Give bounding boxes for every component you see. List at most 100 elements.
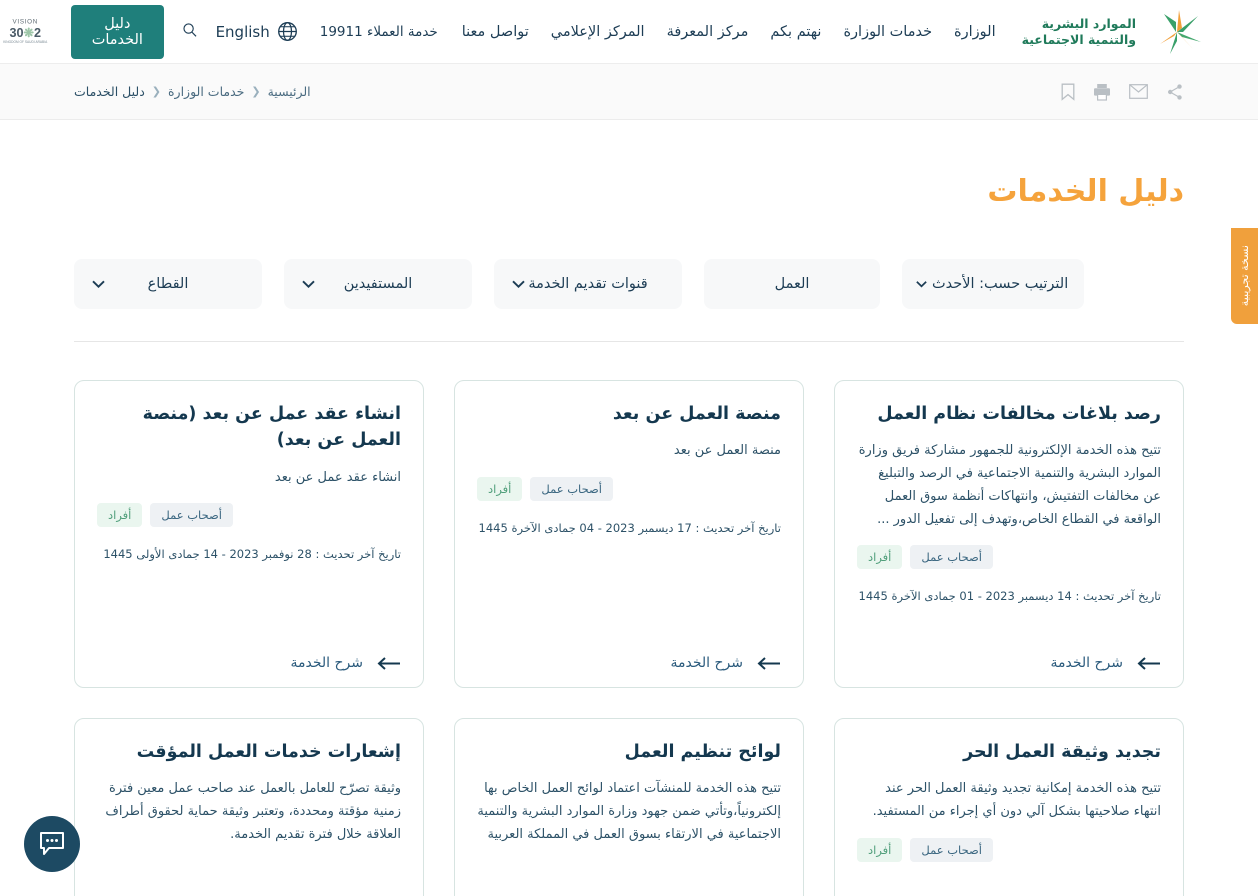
- ministry-name: الموارد البشرية والتنمية الاجتماعية: [1022, 16, 1136, 47]
- ministry-name-line2: والتنمية الاجتماعية: [1021, 31, 1136, 47]
- filter-sector[interactable]: القطاع: [74, 259, 262, 309]
- service-card-description: وثيقة تصرّح للعامل بالعمل عند صاحب عمل م…: [105, 781, 401, 842]
- filter-beneficiaries-label: المستفيدين: [343, 276, 413, 292]
- site-header: الموارد البشرية والتنمية الاجتماعية الوز…: [0, 0, 1258, 64]
- tag-employers[interactable]: أصحاب عمل: [530, 477, 613, 501]
- tag-employers[interactable]: أصحاب عمل: [910, 837, 993, 862]
- beta-version-label: نسخة تجريبية: [1238, 245, 1251, 307]
- search-input[interactable]: [704, 259, 880, 309]
- service-details-link[interactable]: شرح الخدمة: [291, 643, 402, 671]
- service-card[interactable]: انشاء عقد عمل عن بعد (منصة العمل عن بعد)…: [74, 380, 424, 688]
- language-switcher[interactable]: English: [216, 21, 298, 42]
- page-title-section: دليل الخدمات: [0, 120, 1258, 209]
- tag-employers[interactable]: أصحاب عمل: [910, 545, 993, 570]
- filter-beneficiaries[interactable]: المستفيدين: [284, 259, 472, 309]
- nav-item-we-care[interactable]: نهتم بكم: [770, 24, 821, 40]
- chevron-down-icon: [512, 280, 525, 288]
- tag-employers[interactable]: أصحاب عمل: [150, 503, 233, 528]
- service-card-tags: أفراد أصحاب عمل: [477, 477, 781, 501]
- ministry-logo[interactable]: الموارد البشرية والتنمية الاجتماعية: [1022, 8, 1238, 56]
- filter-service-channels-label: قنوات تقديم الخدمة: [528, 276, 648, 292]
- service-card-title: لوائح تنظيم العمل: [624, 742, 781, 762]
- filter-sort[interactable]: الترتيب حسب: الأحدث: [902, 259, 1085, 309]
- service-details-label: شرح الخدمة: [670, 655, 744, 671]
- globe-icon: [277, 22, 297, 41]
- tag-individuals[interactable]: أفراد: [97, 503, 143, 528]
- service-card-title: تجديد وثيقة العمل الحر: [963, 742, 1161, 762]
- filter-bar: القطاع المستفيدين قنوات تقديم الخدمة الت…: [74, 259, 1184, 309]
- breadcrumb: الرئيسية ❮ خدمات الوزارة ❮ دليل الخدمات: [74, 84, 311, 99]
- tag-individuals[interactable]: أفراد: [857, 837, 903, 862]
- ministry-mark-icon: [1160, 9, 1201, 54]
- search-button[interactable]: [182, 21, 197, 43]
- arrow-left-icon: [377, 656, 400, 670]
- nav-item-knowledge-center[interactable]: مركز المعرفة: [667, 24, 749, 40]
- arrow-left-icon: [757, 656, 780, 670]
- nav-item-ministry-services[interactable]: خدمات الوزارة: [843, 24, 932, 40]
- breadcrumb-bar: الرئيسية ❮ خدمات الوزارة ❮ دليل الخدمات: [0, 64, 1258, 120]
- svg-text:VISION: VISION: [12, 18, 38, 25]
- service-card-tags: أفراد أصحاب عمل: [857, 545, 1161, 570]
- filter-sort-label: الترتيب حسب: الأحدث: [932, 276, 1069, 292]
- chevron-down-icon: [92, 280, 105, 288]
- print-icon[interactable]: [1093, 83, 1111, 101]
- breadcrumb-separator-1: ❮: [251, 85, 261, 98]
- filter-sector-label: القطاع: [147, 276, 189, 292]
- nav-item-contact-us[interactable]: تواصل معنا: [462, 24, 529, 40]
- page-root: الموارد البشرية والتنمية الاجتماعية الوز…: [0, 0, 1258, 896]
- breadcrumb-home[interactable]: الرئيسية: [268, 84, 311, 99]
- service-card-title: منصة العمل عن بعد: [612, 404, 781, 424]
- service-card-date: تاريخ آخر تحديث : 17 ديسمبر 2023 - 04 جم…: [478, 521, 781, 535]
- section-divider: [74, 341, 1184, 342]
- service-card-date: تاريخ آخر تحديث : 14 ديسمبر 2023 - 01 جم…: [858, 589, 1161, 604]
- service-details-link[interactable]: شرح الخدمة: [1051, 643, 1162, 671]
- customer-service-number[interactable]: خدمة العملاء 19911: [320, 24, 438, 40]
- service-card-description: تتيح هذه الخدمة للمنشآت اعتماد لوائح الع…: [477, 781, 781, 842]
- arrow-left-icon: [1137, 656, 1160, 670]
- chevron-down-icon: [302, 280, 315, 288]
- page-title: دليل الخدمات: [987, 174, 1184, 209]
- share-icon[interactable]: [1166, 83, 1184, 101]
- service-cards-grid: رصد بلاغات مخالفات نظام العمل تتيح هذه ا…: [74, 380, 1184, 896]
- bookmark-icon[interactable]: [1061, 83, 1075, 101]
- service-card-title: إشعارات خدمات العمل المؤقت: [136, 742, 401, 762]
- search-icon: [183, 23, 197, 38]
- services-guide-button[interactable]: دليل الخدمات: [70, 4, 165, 59]
- service-card[interactable]: تجديد وثيقة العمل الحر تتيح هذه الخدمة إ…: [834, 718, 1184, 896]
- svg-text:KINGDOM OF SAUDI ARABIA: KINGDOM OF SAUDI ARABIA: [3, 40, 48, 44]
- ministry-name-line1: الموارد البشرية: [1041, 15, 1136, 31]
- service-card[interactable]: إشعارات خدمات العمل المؤقت وثيقة تصرّح ل…: [74, 718, 424, 896]
- chat-button[interactable]: [24, 816, 80, 872]
- service-card-description: انشاء عقد عمل عن بعد: [274, 469, 401, 485]
- vision-2030-logo[interactable]: VISION 2❋30 KINGDOM OF SAUDI ARABIA: [0, 9, 51, 55]
- tag-individuals[interactable]: أفراد: [477, 477, 523, 501]
- chat-bubble-icon: [40, 832, 64, 855]
- service-card-title: رصد بلاغات مخالفات نظام العمل: [877, 404, 1161, 424]
- filter-service-channels[interactable]: قنوات تقديم الخدمة: [494, 259, 682, 309]
- service-card-date: تاريخ آخر تحديث : 28 نوفمبر 2023 - 14 جم…: [103, 547, 401, 562]
- service-card-tags: أفراد أصحاب عمل: [857, 837, 1161, 862]
- service-details-label: شرح الخدمة: [290, 655, 364, 671]
- service-card-title: انشاء عقد عمل عن بعد (منصة العمل عن بعد): [142, 404, 401, 451]
- email-icon[interactable]: [1129, 84, 1148, 99]
- service-card[interactable]: منصة العمل عن بعد منصة العمل عن بعد أفرا…: [454, 380, 804, 688]
- service-card[interactable]: لوائح تنظيم العمل تتيح هذه الخدمة للمنشآ…: [454, 718, 804, 896]
- nav-item-media-center[interactable]: المركز الإعلامي: [551, 24, 645, 40]
- svg-text:2❋30: 2❋30: [9, 25, 41, 39]
- service-card-description: تتيح هذه الخدمة الإلكترونية للجمهور مشار…: [858, 443, 1161, 527]
- chevron-down-icon: [916, 281, 927, 288]
- service-details-link[interactable]: شرح الخدمة: [671, 643, 782, 671]
- service-card[interactable]: رصد بلاغات مخالفات نظام العمل تتيح هذه ا…: [834, 380, 1184, 688]
- service-card-description: تتيح هذه الخدمة إمكانية تجديد وثيقة العم…: [872, 781, 1161, 819]
- nav-item-ministry[interactable]: الوزارة: [954, 24, 996, 40]
- breadcrumb-ministry-services[interactable]: خدمات الوزارة: [168, 84, 244, 99]
- tag-individuals[interactable]: أفراد: [857, 545, 903, 570]
- breadcrumb-current: دليل الخدمات: [74, 84, 145, 99]
- main-nav: الوزارة خدمات الوزارة نهتم بكم مركز المع…: [462, 24, 996, 40]
- service-card-tags: أفراد أصحاب عمل: [97, 503, 401, 528]
- page-tools: [1061, 83, 1184, 101]
- language-label: English: [215, 22, 270, 41]
- service-card-description: منصة العمل عن بعد: [673, 443, 781, 459]
- service-details-label: شرح الخدمة: [1050, 655, 1124, 671]
- beta-version-tab[interactable]: نسخة تجريبية: [1231, 228, 1258, 324]
